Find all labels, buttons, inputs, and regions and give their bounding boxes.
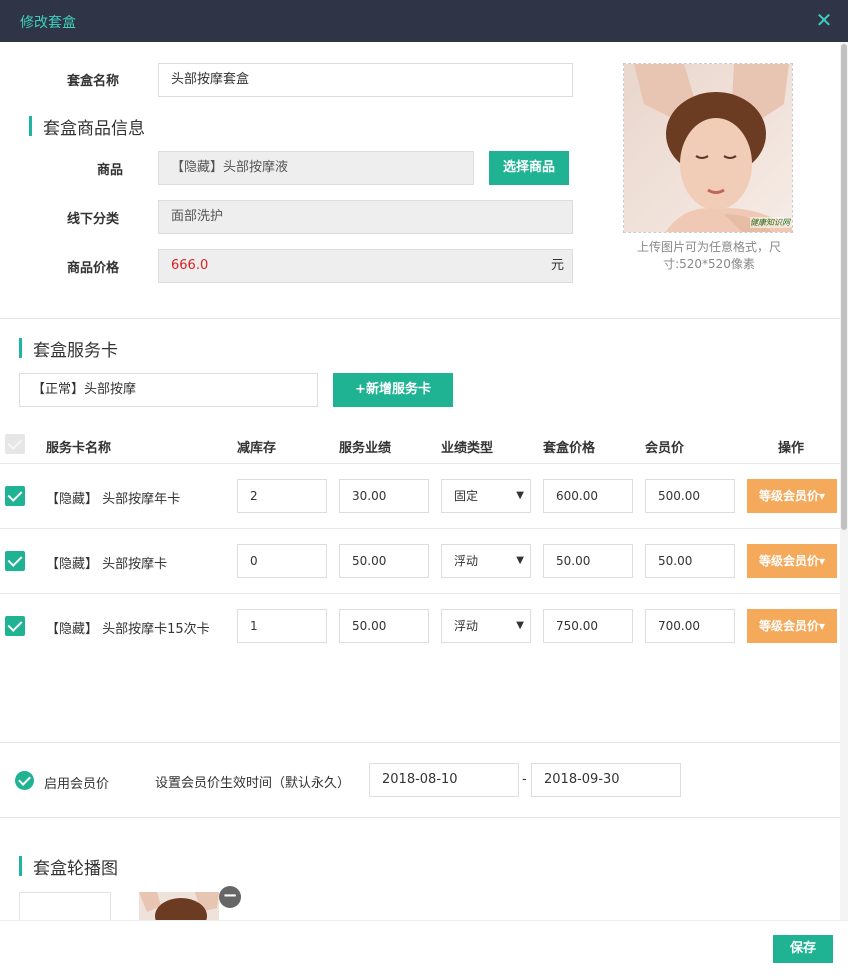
row-type-value: 固定 [454, 489, 479, 503]
carousel-thumbnail[interactable] [139, 892, 219, 920]
close-icon[interactable]: ✕ [814, 10, 834, 30]
product-input[interactable]: 【隐藏】头部按摩液 [158, 151, 474, 185]
start-date-input[interactable]: 2018-08-10 [369, 763, 519, 797]
row-type-value: 浮动 [454, 619, 479, 633]
remove-image-icon[interactable]: − [219, 886, 241, 908]
service-card-section-title: 套盒服务卡 [19, 336, 118, 361]
category-label: 线下分类 [67, 212, 120, 227]
row-divider [0, 593, 840, 594]
product-info-section-title: 套盒商品信息 [29, 114, 145, 139]
row-member-price-input[interactable]: 700.00 [645, 609, 735, 643]
price-value: 666.0 [171, 258, 209, 273]
modal-footer [0, 920, 848, 976]
level-member-price-button[interactable]: 等级会员价▾ [747, 544, 837, 578]
level-member-price-label: 等级会员价 [758, 554, 819, 568]
row-box-price-input[interactable]: 600.00 [543, 479, 633, 513]
row-divider [0, 463, 840, 464]
thumbnail-photo-icon [139, 892, 219, 920]
enable-member-price-checkbox[interactable] [15, 771, 34, 790]
add-service-card-button[interactable]: +新增服务卡 [333, 373, 453, 407]
row-stock-input[interactable]: 1 [237, 609, 327, 643]
caret-down-icon: ▾ [818, 554, 826, 568]
row-divider [0, 528, 840, 529]
level-member-price-label: 等级会员价 [758, 489, 819, 503]
date-separator: - [522, 772, 527, 787]
row-checkbox[interactable] [5, 616, 25, 636]
name-label: 套盒名称 [67, 74, 120, 89]
header-stock: 减库存 [237, 441, 277, 456]
massage-photo-icon [624, 64, 792, 232]
header-member-price: 会员价 [645, 441, 685, 456]
select-product-button[interactable]: 选择商品 [489, 151, 569, 185]
row-performance-input[interactable]: 30.00 [339, 479, 429, 513]
select-all-checkbox[interactable] [5, 434, 25, 454]
price-unit: 元 [550, 258, 564, 273]
row-stock-input[interactable]: 2 [237, 479, 327, 513]
member-time-label: 设置会员价生效时间（默认永久） [155, 776, 351, 791]
row-card-name: 【隐藏】 头部按摩年卡 [46, 492, 181, 507]
category-input: 面部洗护 [158, 200, 573, 234]
level-member-price-button[interactable]: 等级会员价▾ [747, 479, 837, 513]
caret-down-icon: ▾ [818, 489, 826, 503]
header-performance-type: 业绩类型 [441, 441, 494, 456]
upload-hint: 上传图片可为任意格式，尺寸:520*520像素 [636, 240, 781, 271]
row-card-name: 【隐藏】 头部按摩卡 [46, 557, 168, 572]
price-input: 666.0 元 [158, 249, 573, 283]
dropdown-arrow-icon: ▼ [516, 555, 524, 566]
level-member-price-label: 等级会员价 [758, 619, 819, 633]
header-action: 操作 [778, 441, 805, 456]
enable-member-price-label: 启用会员价 [44, 777, 110, 792]
row-performance-input[interactable]: 50.00 [339, 544, 429, 578]
row-member-price-input[interactable]: 500.00 [645, 479, 735, 513]
row-card-name: 【隐藏】 头部按摩卡15次卡 [46, 622, 210, 637]
save-button[interactable]: 保存 [773, 935, 833, 963]
name-input[interactable]: 头部按摩套盒 [158, 63, 573, 97]
image-watermark: 健康知识网 [750, 217, 790, 228]
header-card-name: 服务卡名称 [46, 441, 112, 456]
divider [0, 318, 840, 319]
row-stock-input[interactable]: 0 [237, 544, 327, 578]
carousel-section-title: 套盒轮播图 [19, 854, 118, 879]
price-label: 商品价格 [67, 261, 120, 276]
row-performance-input[interactable]: 50.00 [339, 609, 429, 643]
header-performance: 服务业绩 [339, 441, 392, 456]
divider [0, 817, 840, 818]
row-type-value: 浮动 [454, 554, 479, 568]
scrollbar-thumb[interactable] [841, 44, 847, 530]
row-box-price-input[interactable]: 50.00 [543, 544, 633, 578]
row-checkbox[interactable] [5, 551, 25, 571]
row-member-price-input[interactable]: 50.00 [645, 544, 735, 578]
product-image[interactable]: 健康知识网 [623, 63, 793, 233]
caret-down-icon: ▾ [818, 619, 826, 633]
service-card-select[interactable]: 【正常】头部按摩 [19, 373, 318, 407]
header-box-price: 套盒价格 [543, 441, 596, 456]
row-checkbox[interactable] [5, 486, 25, 506]
divider [0, 742, 840, 743]
level-member-price-button[interactable]: 等级会员价▾ [747, 609, 837, 643]
product-label: 商品 [97, 163, 124, 178]
dropdown-arrow-icon: ▼ [516, 620, 524, 631]
modal-header: 修改套盒 ✕ [0, 0, 848, 42]
row-type-select[interactable]: 浮动 ▼ [441, 609, 531, 643]
row-type-select[interactable]: 固定 ▼ [441, 479, 531, 513]
end-date-input[interactable]: 2018-09-30 [531, 763, 681, 797]
row-box-price-input[interactable]: 750.00 [543, 609, 633, 643]
modal-title: 修改套盒 [20, 15, 76, 31]
row-type-select[interactable]: 浮动 ▼ [441, 544, 531, 578]
dropdown-arrow-icon: ▼ [516, 490, 524, 501]
